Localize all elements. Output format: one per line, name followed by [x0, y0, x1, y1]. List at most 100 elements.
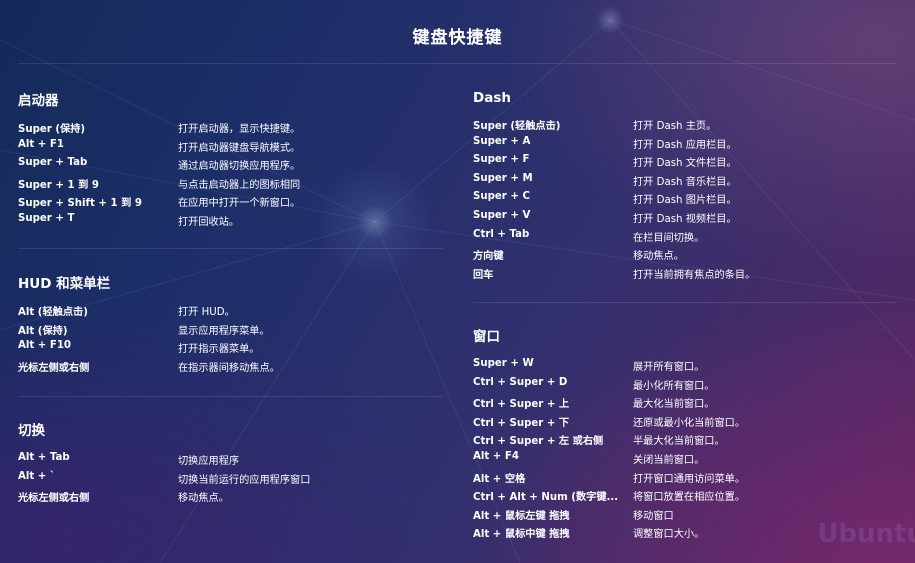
shortcut-desc: 移动窗口	[633, 510, 674, 522]
shortcut-row: Super + T 打开回收站。	[18, 213, 239, 232]
shortcut-key: Super + Shift + 1 到 9	[18, 198, 142, 210]
shortcut-row: Super + C 打开 Dash 图片栏目。	[473, 191, 737, 210]
shortcut-key: Alt + 鼠标左键 拖拽	[473, 510, 570, 522]
shortcut-desc: 还原或最小化当前窗口。	[633, 417, 746, 429]
shortcut-key: Super + C	[473, 191, 530, 203]
shortcut-key: Ctrl + Super + 上	[473, 399, 570, 411]
shortcut-key: Super + Tab	[18, 157, 88, 169]
section-windows: 窗口 Super + W 展开所有窗口。 Ctrl + Super + D 最小化所…	[473, 326, 745, 544]
section-title: 切换	[18, 423, 45, 439]
title-divider	[18, 63, 897, 64]
section-title: 启动器	[18, 93, 59, 109]
shortcut-key: Super (轻触点击)	[473, 121, 561, 132]
shortcut-key: Alt + 鼠标中键 拖拽	[473, 529, 570, 541]
section-title: Dash	[473, 90, 511, 106]
shortcut-row: Super + F 打开 Dash 文件栏目。	[473, 154, 737, 173]
shortcut-desc: 打开 Dash 音乐栏目。	[633, 176, 737, 188]
shortcut-row: 方向键 移动焦点。	[473, 247, 684, 266]
shortcut-row: 光标左侧或右侧 移动焦点。	[18, 489, 229, 508]
shortcut-key: Alt (保持)	[18, 325, 68, 337]
shortcut-key: Super (保持)	[18, 124, 86, 135]
shortcut-row: Super + Tab 通过启动器切换应用程序。	[18, 157, 300, 176]
shortcut-desc: 打开 HUD。	[178, 307, 235, 318]
ubuntu-watermark: Ubuntu	[817, 519, 915, 549]
shortcut-row: Super (轻触点击) 打开 Dash 主页。	[473, 117, 716, 136]
section-dash: Dash Super (轻触点击) 打开 Dash 主页。 Super + A 打开…	[473, 87, 755, 285]
shortcut-key: 方向键	[473, 251, 504, 263]
shortcut-desc: 切换当前运行的应用程序窗口	[178, 474, 311, 486]
section-hud-menubar: HUD 和菜单栏 Alt (轻触点击) 打开 HUD。 Alt (保持) 显示应用程…	[18, 273, 280, 378]
shortcut-desc: 打开启动器键盘导航模式。	[178, 142, 301, 154]
shortcut-key: Alt + F10	[18, 340, 72, 352]
shortcut-key: Alt + Tab	[18, 452, 70, 463]
section-switching: 切换 Alt + Tab 切换应用程序 Alt + ` 切换当前运行的应用程序窗口 …	[18, 420, 310, 508]
shortcut-row: Alt + ` 切换当前运行的应用程序窗口	[18, 471, 310, 490]
shortcut-key: Alt + 空格	[473, 473, 526, 485]
shortcut-key: Ctrl + Tab	[473, 228, 530, 240]
section-divider	[473, 302, 897, 303]
shortcut-row: Alt + 空格 打开窗口通用访问菜单。	[473, 470, 745, 489]
shortcut-desc: 调整窗口大小。	[633, 529, 705, 541]
shortcut-row: Super + M 打开 Dash 音乐栏目。	[473, 173, 737, 192]
shortcut-desc: 在栏目间切换。	[633, 232, 705, 244]
shortcut-desc: 打开 Dash 文件栏目。	[633, 158, 737, 170]
section-divider	[18, 248, 443, 249]
shortcut-row: Alt + 鼠标中键 拖拽 调整窗口大小。	[473, 525, 704, 544]
shortcut-desc: 打开启动器，显示快捷键。	[178, 124, 301, 135]
shortcut-key: 光标左侧或右侧	[18, 493, 90, 505]
shortcut-desc: 将窗口放置在相应位置。	[633, 492, 746, 504]
shortcut-key: Alt + F4	[473, 450, 519, 462]
shortcut-desc: 关闭当前窗口。	[633, 454, 705, 466]
shortcut-row: Ctrl + Super + 左 或右侧 半最大化当前窗口。	[473, 432, 725, 451]
shortcut-desc: 与点击启动器上的图标相同	[178, 179, 301, 191]
shortcut-key: Super + M	[473, 172, 533, 184]
shortcut-key: Super + 1 到 9	[18, 179, 99, 191]
shortcut-desc: 在指示器间移动焦点。	[178, 362, 280, 374]
shortcut-row: Alt + F1 打开启动器键盘导航模式。	[18, 139, 300, 158]
shortcut-row: Alt (轻触点击) 打开 HUD。	[18, 303, 235, 322]
shortcut-row: Ctrl + Super + 下 还原或最小化当前窗口。	[473, 414, 745, 433]
shortcut-row: Alt (保持) 显示应用程序菜单。	[18, 322, 270, 341]
shortcut-row: Ctrl + Super + 上 最大化当前窗口。	[473, 395, 715, 414]
shortcut-row: 回车 打开当前拥有焦点的条目。	[473, 266, 755, 285]
shortcut-desc: 切换应用程序	[178, 456, 240, 467]
shortcut-desc: 通过启动器切换应用程序。	[178, 161, 301, 173]
shortcut-key: Ctrl + Super + D	[473, 376, 568, 388]
shortcut-row: Super + W 展开所有窗口。	[473, 358, 704, 377]
shortcut-key: Ctrl + Super + 下	[473, 417, 570, 429]
shortcut-row: Ctrl + Tab 在栏目间切换。	[473, 229, 704, 248]
shortcut-row: Super (保持) 打开启动器，显示快捷键。	[18, 120, 300, 139]
shortcut-desc: 打开 Dash 图片栏目。	[633, 195, 737, 207]
shortcut-desc: 展开所有窗口。	[633, 362, 705, 373]
shortcut-key: Super + W	[473, 358, 534, 369]
shortcut-row: Ctrl + Super + D 最小化所有窗口。	[473, 377, 715, 396]
shortcut-row: Ctrl + Alt + Num (数字键... 将窗口放置在相应位置。	[473, 488, 745, 507]
shortcut-key: Alt + F1	[18, 138, 64, 150]
shortcut-row: Alt + F4 关闭当前窗口。	[473, 451, 704, 470]
shortcut-desc: 移动焦点。	[633, 251, 684, 263]
shortcut-row: Alt + Tab 切换应用程序	[18, 452, 239, 471]
shortcut-row: Super + A 打开 Dash 应用栏目。	[473, 136, 737, 155]
shortcut-desc: 打开回收站。	[178, 216, 240, 228]
shortcut-desc: 移动焦点。	[178, 493, 229, 505]
section-divider	[18, 396, 443, 397]
shortcut-row: Super + Shift + 1 到 9 在应用中打开一个新窗口。	[18, 194, 300, 213]
shortcut-desc: 打开 Dash 视频栏目。	[633, 213, 737, 225]
shortcut-desc: 最大化当前窗口。	[633, 399, 715, 411]
shortcut-key: Ctrl + Alt + Num (数字键...	[473, 492, 619, 504]
shortcut-desc: 打开 Dash 应用栏目。	[633, 139, 737, 151]
page-title: 键盘快捷键	[412, 28, 503, 48]
shortcut-row: Alt + F10 打开指示器菜单。	[18, 340, 260, 359]
shortcut-key: Super + T	[18, 212, 75, 224]
shortcut-row: Super + V 打开 Dash 视频栏目。	[473, 210, 737, 229]
shortcut-row: 光标左侧或右侧 在指示器间移动焦点。	[18, 359, 280, 378]
shortcut-key: Super + F	[473, 154, 530, 166]
shortcut-row: Alt + 鼠标左键 拖拽 移动窗口	[473, 507, 674, 526]
section-title: HUD 和菜单栏	[18, 276, 111, 292]
shortcut-key: 光标左侧或右侧	[18, 362, 90, 374]
shortcut-desc: 显示应用程序菜单。	[178, 325, 270, 337]
background-network-lines	[0, 19, 915, 563]
shortcut-desc: 半最大化当前窗口。	[633, 436, 725, 448]
shortcut-key: 回车	[473, 269, 494, 281]
shortcut-key: Super + V	[473, 209, 531, 221]
